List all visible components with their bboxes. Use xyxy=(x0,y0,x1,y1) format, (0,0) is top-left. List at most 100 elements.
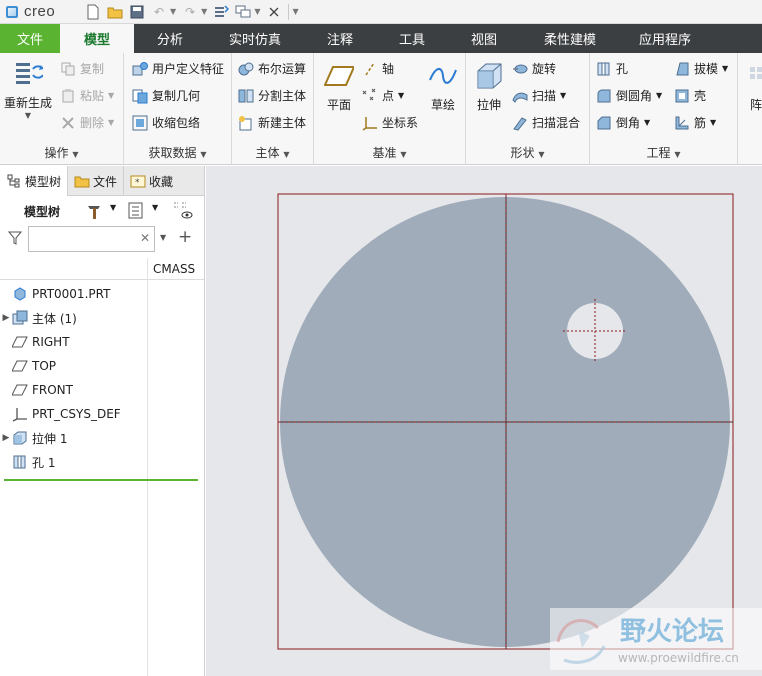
clear-search-icon[interactable]: ✕ xyxy=(140,231,150,245)
model-view[interactable] xyxy=(206,166,762,676)
tree-item-top[interactable]: TOP xyxy=(0,354,147,378)
tree-item-extrude[interactable]: ▶ 拉伸 1 xyxy=(0,426,147,450)
rib-dropdown-icon[interactable]: ▼ xyxy=(710,118,716,127)
round-button[interactable]: 倒圆角 ▼ xyxy=(596,87,662,104)
group-label-shapes[interactable]: 形状 ▼ xyxy=(466,144,589,161)
group-label-engineering[interactable]: 工程 ▼ xyxy=(590,144,737,161)
settings-dropdown-icon[interactable]: ▼ xyxy=(110,203,116,212)
boolean-button[interactable]: 布尔运算 xyxy=(238,60,306,77)
paste-button[interactable]: 粘贴 ▼ xyxy=(60,87,114,104)
axis-button[interactable]: 轴 xyxy=(362,60,394,77)
tab-view[interactable]: 视图 xyxy=(448,24,520,53)
add-filter-icon[interactable]: + xyxy=(178,227,192,247)
tab-analysis[interactable]: 分析 xyxy=(134,24,206,53)
csys-button[interactable]: 坐标系 xyxy=(362,114,418,131)
sweep-dropdown-icon[interactable]: ▼ xyxy=(560,91,566,100)
undo-icon[interactable]: ↶ xyxy=(150,3,168,21)
draft-dropdown-icon[interactable]: ▼ xyxy=(722,64,728,73)
filter-funnel-icon[interactable] xyxy=(7,231,23,248)
tab-live-simulation[interactable]: 实时仿真 xyxy=(206,24,304,53)
redo-dropdown-icon[interactable]: ▼ xyxy=(201,7,207,16)
creo-logo-text: creo xyxy=(24,3,56,20)
column-divider[interactable] xyxy=(147,258,148,676)
regenerate-dropdown-icon[interactable]: ▼ xyxy=(25,111,31,120)
regenerate-icon[interactable] xyxy=(212,3,230,21)
show-dropdown-icon[interactable]: ▼ xyxy=(152,203,158,212)
open-folder-icon[interactable] xyxy=(106,3,124,21)
paste-dropdown-icon[interactable]: ▼ xyxy=(108,91,114,100)
round-dropdown-icon[interactable]: ▼ xyxy=(656,91,662,100)
tree-item-part[interactable]: PRT0001.PRT xyxy=(0,282,147,306)
point-dropdown-icon[interactable]: ▼ xyxy=(398,91,404,100)
undo-dropdown-icon[interactable]: ▼ xyxy=(170,7,176,16)
group-label-get-data[interactable]: 获取数据 ▼ xyxy=(124,144,231,161)
extrude-button[interactable]: 拉伸 xyxy=(470,61,508,113)
folder-icon xyxy=(74,173,90,189)
group-label-datum-text: 基准 xyxy=(372,146,397,160)
tab-flexible-modeling[interactable]: 柔性建模 xyxy=(520,24,620,53)
sketch-button[interactable]: 草绘 xyxy=(424,61,462,113)
split-body-button[interactable]: 分割主体 xyxy=(238,87,306,104)
search-dropdown-icon[interactable]: ▼ xyxy=(160,233,166,242)
copy-button[interactable]: 复制 xyxy=(60,60,104,77)
tab-annotate[interactable]: 注释 xyxy=(304,24,376,53)
tree-filter-eye-icon[interactable] xyxy=(172,201,194,224)
delete-button[interactable]: 删除 ▼ xyxy=(60,114,114,131)
column-header-cmass[interactable]: CMASS xyxy=(153,262,195,276)
insert-indicator[interactable] xyxy=(4,479,198,481)
copy-geometry-icon xyxy=(132,88,148,104)
chamfer-button[interactable]: 倒角 ▼ xyxy=(596,114,650,131)
rib-button[interactable]: 筋 ▼ xyxy=(674,114,716,131)
redo-icon[interactable]: ↷ xyxy=(181,3,199,21)
quick-access-toolbar: creo ↶ ▼ ↷ ▼ ▼ ▼ xyxy=(0,0,762,24)
shell-icon xyxy=(674,88,690,104)
hole-button[interactable]: 孔 xyxy=(596,60,628,77)
tree-item-csys[interactable]: PRT_CSYS_DEF xyxy=(0,402,147,426)
windows-dropdown-icon[interactable]: ▼ xyxy=(254,7,260,16)
tab-files[interactable]: 文件 xyxy=(68,166,125,196)
sweep-button[interactable]: 扫描 ▼ xyxy=(512,87,566,104)
graphics-area[interactable] xyxy=(206,166,762,676)
shell-button[interactable]: 壳 xyxy=(674,87,706,104)
group-datum: 平面 轴 点 ▼ 坐标系 草绘 基准 ▼ xyxy=(314,53,466,165)
point-button[interactable]: 点 ▼ xyxy=(362,87,404,104)
tree-item-right[interactable]: RIGHT xyxy=(0,330,147,354)
plane-button[interactable]: 平面 xyxy=(320,61,358,113)
windows-icon[interactable] xyxy=(234,3,252,21)
group-label-body[interactable]: 主体 ▼ xyxy=(232,144,313,161)
draft-button[interactable]: 拔模 ▼ xyxy=(674,60,728,77)
pattern-button[interactable]: 阵 xyxy=(746,61,762,113)
tree-item-front[interactable]: FRONT xyxy=(0,378,147,402)
hole-label: 孔 xyxy=(616,62,629,76)
copy-geometry-button[interactable]: 复制几何 xyxy=(132,87,200,104)
shrinkwrap-button[interactable]: 收缩包络 xyxy=(132,114,200,131)
close-window-icon[interactable] xyxy=(265,3,283,21)
tab-model-tree[interactable]: 模型树 xyxy=(0,166,69,196)
show-list-icon[interactable] xyxy=(128,202,144,223)
swept-blend-button[interactable]: 扫描混合 xyxy=(512,114,580,131)
new-file-icon[interactable] xyxy=(84,3,102,21)
settings-tools-icon[interactable] xyxy=(86,202,104,223)
revolve-button[interactable]: 旋转 xyxy=(512,60,556,77)
expand-arrow-icon[interactable]: ▶ xyxy=(0,313,12,323)
customize-toolbar-icon[interactable]: ▼ xyxy=(292,7,298,16)
tab-applications[interactable]: 应用程序 xyxy=(620,24,710,53)
regenerate-button[interactable]: 重新生成 ▼ xyxy=(2,59,54,120)
save-icon[interactable] xyxy=(128,3,146,21)
tree-search-input[interactable]: ✕ xyxy=(28,226,155,252)
pattern-label: 阵 xyxy=(749,98,762,112)
tree-item-body[interactable]: ▶ 主体 (1) xyxy=(0,306,147,330)
tab-file[interactable]: 文件 xyxy=(0,24,60,53)
chamfer-dropdown-icon[interactable]: ▼ xyxy=(644,118,650,127)
tree-item-hole[interactable]: 孔 1 xyxy=(0,450,147,474)
group-label-operations[interactable]: 操作 ▼ xyxy=(0,144,123,161)
tab-model[interactable]: 模型 xyxy=(60,24,134,53)
tab-tools[interactable]: 工具 xyxy=(376,24,448,53)
expand-arrow-icon[interactable]: ▶ xyxy=(0,433,12,443)
shell-label: 壳 xyxy=(694,89,707,103)
group-label-datum[interactable]: 基准 ▼ xyxy=(314,144,465,161)
new-body-button[interactable]: 新建主体 xyxy=(238,114,306,131)
udf-button[interactable]: 用户定义特征 xyxy=(132,60,224,77)
tab-favorites[interactable]: * 收藏 xyxy=(124,166,179,196)
delete-dropdown-icon[interactable]: ▼ xyxy=(108,118,114,127)
